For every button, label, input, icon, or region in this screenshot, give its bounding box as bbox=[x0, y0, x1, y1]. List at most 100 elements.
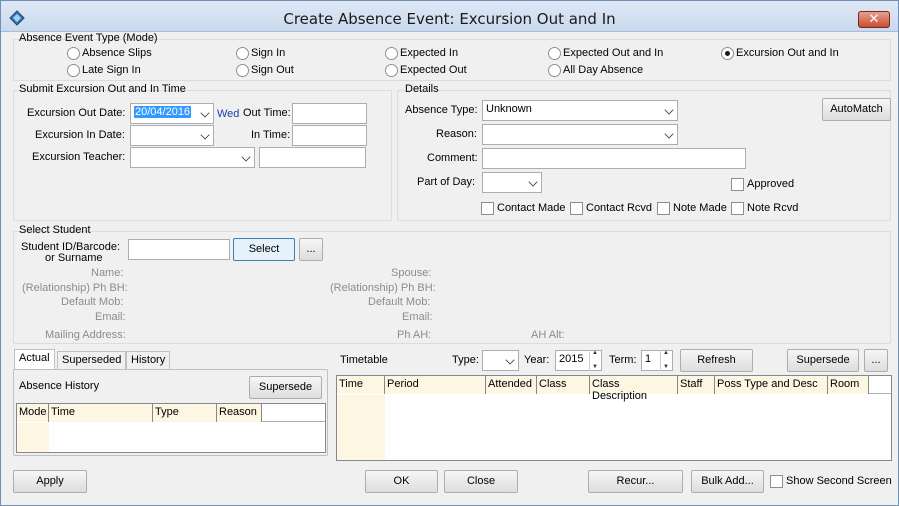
timetable-col-room[interactable]: Room bbox=[828, 376, 869, 394]
contact-rcvd-checkbox[interactable] bbox=[570, 202, 583, 215]
history-row-header-strip bbox=[17, 423, 49, 452]
chevron-down-icon bbox=[505, 355, 515, 365]
timetable-col-class-description[interactable]: Class Description bbox=[590, 376, 678, 402]
in-date-picker[interactable] bbox=[130, 125, 214, 146]
timetable-col-class[interactable]: Class bbox=[537, 376, 590, 394]
reason-select[interactable] bbox=[482, 124, 678, 145]
spouse-email-label: Email: bbox=[402, 311, 433, 323]
part-of-day-label: Part of Day: bbox=[417, 176, 476, 188]
timetable-term-value: 1 bbox=[645, 353, 652, 365]
dialog-window: Create Absence Event: Excursion Out and … bbox=[0, 0, 899, 506]
mode-radio-absence-slips[interactable] bbox=[67, 47, 80, 60]
apply-button[interactable]: Apply bbox=[13, 470, 87, 493]
mode-label-absence-slips: Absence Slips bbox=[82, 47, 152, 59]
chevron-down-icon bbox=[200, 130, 210, 140]
student-id-input[interactable] bbox=[128, 239, 230, 260]
student-group-label: Select Student bbox=[19, 224, 91, 236]
timetable-row-header-strip bbox=[337, 395, 385, 460]
note-made-checkbox[interactable] bbox=[657, 202, 670, 215]
mode-radio-sign-out[interactable] bbox=[236, 64, 249, 77]
timetable-type-select[interactable] bbox=[482, 350, 519, 371]
mode-radio-expected-out-and-in[interactable] bbox=[548, 47, 561, 60]
note-rcvd-checkbox[interactable] bbox=[731, 202, 744, 215]
absence-type-select[interactable]: Unknown bbox=[482, 100, 678, 121]
part-of-day-select[interactable] bbox=[482, 172, 542, 193]
timetable-grid[interactable]: Time Period Attended Class Class Descrip… bbox=[336, 375, 892, 461]
in-time-input[interactable] bbox=[292, 125, 367, 146]
bulk-add-button[interactable]: Bulk Add... bbox=[691, 470, 764, 493]
spouse-default-mob-label: Default Mob: bbox=[368, 296, 431, 308]
timetable-year-label: Year: bbox=[524, 354, 550, 366]
out-time-input[interactable] bbox=[292, 103, 367, 124]
timetable-year-value: 2015 bbox=[559, 353, 584, 365]
show-second-screen-checkbox[interactable] bbox=[770, 475, 783, 488]
timetable-more-button[interactable]: ... bbox=[864, 349, 888, 372]
mode-label-expected-out-and-in: Expected Out and In bbox=[563, 47, 664, 59]
close-button[interactable]: Close bbox=[444, 470, 518, 493]
ph-bh-label: (Relationship) Ph BH: bbox=[22, 282, 128, 294]
select-student-button[interactable]: Select bbox=[233, 238, 295, 261]
history-grid[interactable]: Mode Time Type Reason bbox=[16, 403, 326, 453]
comment-input[interactable] bbox=[482, 148, 746, 169]
out-date-label: Excursion Out Date: bbox=[27, 107, 126, 119]
contact-rcvd-label: Contact Rcvd bbox=[586, 202, 653, 214]
mode-radio-late-sign-in[interactable] bbox=[67, 64, 80, 77]
student-more-button[interactable]: ... bbox=[299, 238, 323, 261]
close-window-button[interactable]: ✕ bbox=[858, 11, 890, 28]
term-spin-arrows-icon[interactable] bbox=[660, 350, 672, 371]
timetable-supersede-button[interactable]: Supersede bbox=[787, 349, 859, 372]
timetable-col-staff[interactable]: Staff bbox=[678, 376, 715, 394]
in-time-label: In Time: bbox=[251, 129, 291, 141]
mode-label-sign-in: Sign In bbox=[251, 47, 286, 59]
history-col-type[interactable]: Type bbox=[153, 404, 217, 422]
chevron-down-icon bbox=[664, 129, 674, 139]
spouse-ph-bh-label: (Relationship) Ph BH: bbox=[330, 282, 436, 294]
refresh-button[interactable]: Refresh bbox=[680, 349, 753, 372]
mode-radio-excursion-out-and-in[interactable] bbox=[721, 47, 734, 60]
history-supersede-button[interactable]: Supersede bbox=[249, 376, 322, 399]
history-col-mode[interactable]: Mode bbox=[17, 404, 49, 422]
chevron-down-icon bbox=[200, 108, 210, 118]
timetable-col-period[interactable]: Period bbox=[385, 376, 486, 394]
teacher-label: Excursion Teacher: bbox=[32, 151, 126, 163]
ok-button[interactable]: OK bbox=[365, 470, 438, 493]
mode-radio-expected-in[interactable] bbox=[385, 47, 398, 60]
recur-button[interactable]: Recur... bbox=[588, 470, 683, 493]
name-label: Name: bbox=[91, 267, 124, 279]
chevron-down-icon bbox=[241, 152, 251, 162]
note-rcvd-label: Note Rcvd bbox=[747, 202, 799, 214]
timetable-col-time[interactable]: Time bbox=[337, 376, 385, 394]
timetable-col-attended[interactable]: Attended bbox=[486, 376, 537, 394]
mode-label-all-day-absence: All Day Absence bbox=[563, 64, 644, 76]
email-label: Email: bbox=[95, 311, 126, 323]
timetable-term-label: Term: bbox=[609, 354, 637, 366]
timetable-col-poss-type[interactable]: Poss Type and Desc bbox=[715, 376, 828, 394]
mode-radio-sign-in[interactable] bbox=[236, 47, 249, 60]
history-grid-header: Mode Time Type Reason bbox=[17, 404, 325, 422]
in-date-label: Excursion In Date: bbox=[35, 129, 125, 141]
timetable-label: Timetable bbox=[340, 354, 388, 366]
mailing-address-label: Mailing Address: bbox=[45, 329, 126, 341]
history-col-reason[interactable]: Reason bbox=[217, 404, 262, 422]
mode-radio-expected-out[interactable] bbox=[385, 64, 398, 77]
reason-label: Reason: bbox=[436, 128, 477, 140]
teacher-text-input[interactable] bbox=[259, 147, 366, 168]
teacher-select[interactable] bbox=[130, 147, 255, 168]
tab-history[interactable]: History bbox=[126, 351, 171, 370]
year-spin-arrows-icon[interactable] bbox=[589, 350, 601, 371]
mode-label-expected-out: Expected Out bbox=[400, 64, 467, 76]
mode-radio-all-day-absence[interactable] bbox=[548, 64, 561, 77]
mode-label-excursion-out-and-in: Excursion Out and In bbox=[736, 47, 839, 59]
timetable-term-stepper[interactable]: 1 bbox=[641, 350, 673, 371]
show-second-screen-label: Show Second Screen bbox=[786, 475, 892, 487]
absence-type-value: Unknown bbox=[486, 103, 532, 115]
contact-made-checkbox[interactable] bbox=[481, 202, 494, 215]
spouse-label: Spouse: bbox=[391, 267, 432, 279]
out-date-picker[interactable]: 20/04/2016 bbox=[130, 103, 214, 124]
history-col-time[interactable]: Time bbox=[49, 404, 153, 422]
automatch-button[interactable]: AutoMatch bbox=[822, 98, 891, 121]
approved-checkbox[interactable] bbox=[731, 178, 744, 191]
tab-actual[interactable]: Actual bbox=[14, 349, 55, 370]
timetable-year-stepper[interactable]: 2015 bbox=[555, 350, 602, 371]
tab-superseded[interactable]: Superseded bbox=[57, 351, 127, 370]
